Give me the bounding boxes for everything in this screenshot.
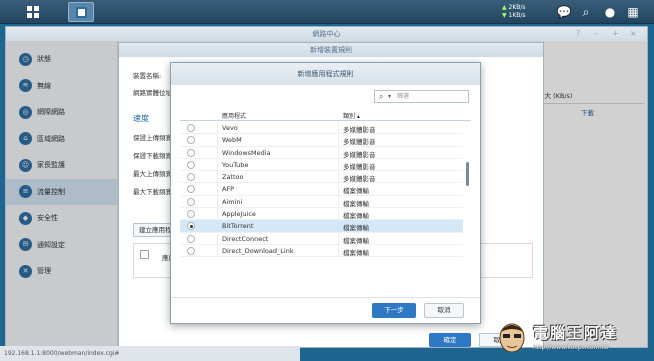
maximize-icon[interactable]: + (612, 27, 619, 41)
speed-heading: 速度 (133, 114, 149, 123)
app-category-cell: 多媒體影音 (343, 150, 376, 159)
status-url: 192.168.1.1:8000/webman/index.cgi# (0, 346, 300, 361)
widgets-icon[interactable]: ▦ (625, 4, 641, 20)
search-icon: ⌕ (379, 92, 384, 101)
scrollbar-thumb[interactable] (466, 162, 469, 186)
device-name-label: 裝置名稱: (133, 72, 162, 80)
radio-button[interactable] (187, 234, 195, 243)
app-name-cell: YouTube (222, 160, 249, 169)
user-icon[interactable]: ● (602, 4, 618, 20)
ok-button[interactable]: 確定 (429, 333, 471, 347)
select-all-checkbox[interactable] (140, 250, 149, 259)
table-row[interactable]: WindowsMedia 多媒體影音 (180, 147, 463, 159)
app-category-cell: 檔案傳輸 (343, 212, 369, 221)
app-name-cell: AFP (222, 185, 235, 194)
radio-button[interactable] (187, 185, 195, 194)
table-row[interactable]: AppleJuice 檔案傳輸 (180, 208, 463, 221)
main-menu-icon[interactable] (27, 6, 39, 18)
network-address-label: 網路實體位址 (133, 89, 172, 97)
app-name-cell: Zattoo (222, 173, 244, 182)
close-icon[interactable]: × (630, 27, 637, 41)
column-category[interactable]: 類別 ▴ (343, 111, 360, 120)
radio-button[interactable] (187, 197, 195, 206)
radio-button[interactable] (187, 148, 195, 157)
app-name-cell: DirectConnect (222, 234, 269, 243)
column-app[interactable]: 應用程式 (222, 111, 246, 120)
radio-button[interactable] (187, 222, 195, 231)
help-icon[interactable]: ? (576, 27, 580, 41)
add-app-rule-dialog: 新增應用程式規則 ⌕ ▾ 篩選 應用程式 類別 ▴ Vevo 多媒體影音 WebM 多… (170, 62, 481, 324)
next-button[interactable]: 下一步 (372, 303, 416, 318)
radio-button[interactable] (187, 136, 195, 145)
app-category-cell: 檔案傳輸 (343, 236, 369, 245)
app-table-header: 應用程式 類別 ▴ (180, 109, 471, 121)
mascot-logo-icon (499, 323, 525, 353)
table-scrollbar[interactable] (465, 122, 470, 300)
app-category-cell: 檔案傳輸 (343, 187, 369, 196)
minimize-icon[interactable]: – (594, 27, 598, 41)
max-download-label: 最大下載頻寬 (133, 188, 172, 196)
table-row[interactable]: Aimini 檔案傳輸 (180, 196, 463, 209)
dialog-footer: 下一步 取消 (171, 297, 480, 323)
max-upload-label: 最大上傳頻寬 (133, 170, 172, 178)
app-name-cell: AppleJuice (222, 210, 256, 219)
radio-button[interactable] (187, 210, 195, 219)
network-center-taskbar-button[interactable] (68, 2, 94, 22)
download-speed: 1KB/s (508, 12, 526, 19)
watermark: 電腦王阿達 http://www.kocpc.com.tw (497, 318, 647, 358)
guaranteed-download-label: 保證下載頻寬 (133, 152, 172, 160)
radio-button[interactable] (187, 160, 195, 169)
table-row[interactable]: YouTube 多媒體影音 (180, 159, 463, 172)
upload-speed: 2KB/s (508, 4, 526, 11)
chevron-down-icon: ▾ (388, 93, 392, 100)
watermark-text: 電腦王阿達 (533, 324, 619, 342)
filter-input[interactable]: ⌕ ▾ 篩選 (374, 90, 469, 103)
radio-button[interactable] (187, 124, 195, 132)
app-category-cell: 多媒體影音 (343, 138, 376, 147)
app-category-cell: 多媒體影音 (343, 162, 376, 171)
cancel-button[interactable]: 取消 (424, 303, 464, 318)
table-row[interactable]: WebM 多媒體影音 (180, 134, 463, 147)
table-row[interactable]: BitTorrent 檔案傳輸 (180, 220, 463, 233)
taskbar: ▲ 2KB/s ▼ 1KB/s 💬 ⌕ ● ▦ (0, 0, 654, 24)
window-title: 網路中心 (312, 30, 341, 38)
app-name-cell: WindowsMedia (222, 148, 271, 157)
table-row[interactable]: AFP 檔案傳輸 (180, 183, 463, 196)
search-icon[interactable]: ⌕ (578, 4, 594, 20)
app-category-cell: 檔案傳輸 (343, 224, 369, 233)
app-category-cell: 多媒體影音 (343, 126, 376, 134)
app-category-cell: 檔案傳輸 (343, 248, 369, 257)
network-speed-indicator: ▲ 2KB/s ▼ 1KB/s (502, 4, 526, 19)
app-name-cell: BitTorrent (222, 222, 254, 231)
watermark-url: http://www.kocpc.com.tw (533, 344, 609, 351)
table-row[interactable]: Zattoo 多媒體影音 (180, 171, 463, 184)
app-name-cell: WebM (222, 136, 242, 145)
guaranteed-upload-label: 保證上傳頻寬 (133, 134, 172, 142)
app-category-cell: 多媒體影音 (343, 175, 376, 184)
radio-button[interactable] (187, 246, 195, 255)
chat-icon[interactable]: 💬 (556, 4, 572, 20)
dialog-title: 新增裝置規則 (119, 43, 543, 57)
app-category-cell: 檔案傳輸 (343, 199, 369, 208)
dialog-title: 新增應用程式規則 (171, 63, 480, 85)
table-row[interactable]: Direct_Download_Link 檔案傳輸 (180, 245, 463, 258)
app-table-body: Vevo 多媒體影音 WebM 多媒體影音 WindowsMedia 多媒體影音 YouTu… (180, 122, 463, 258)
app-name-cell: Aimini (222, 197, 243, 206)
radio-button[interactable] (187, 173, 195, 182)
app-name-cell: Vevo (222, 124, 238, 132)
table-row[interactable]: DirectConnect 檔案傳輸 (180, 233, 463, 245)
window-title-bar: 網路中心 ? – + × (6, 27, 647, 41)
table-row[interactable]: Vevo 多媒體影音 (180, 122, 463, 135)
app-name-cell: Direct_Download_Link (222, 246, 294, 255)
filter-placeholder: 篩選 (397, 93, 410, 100)
